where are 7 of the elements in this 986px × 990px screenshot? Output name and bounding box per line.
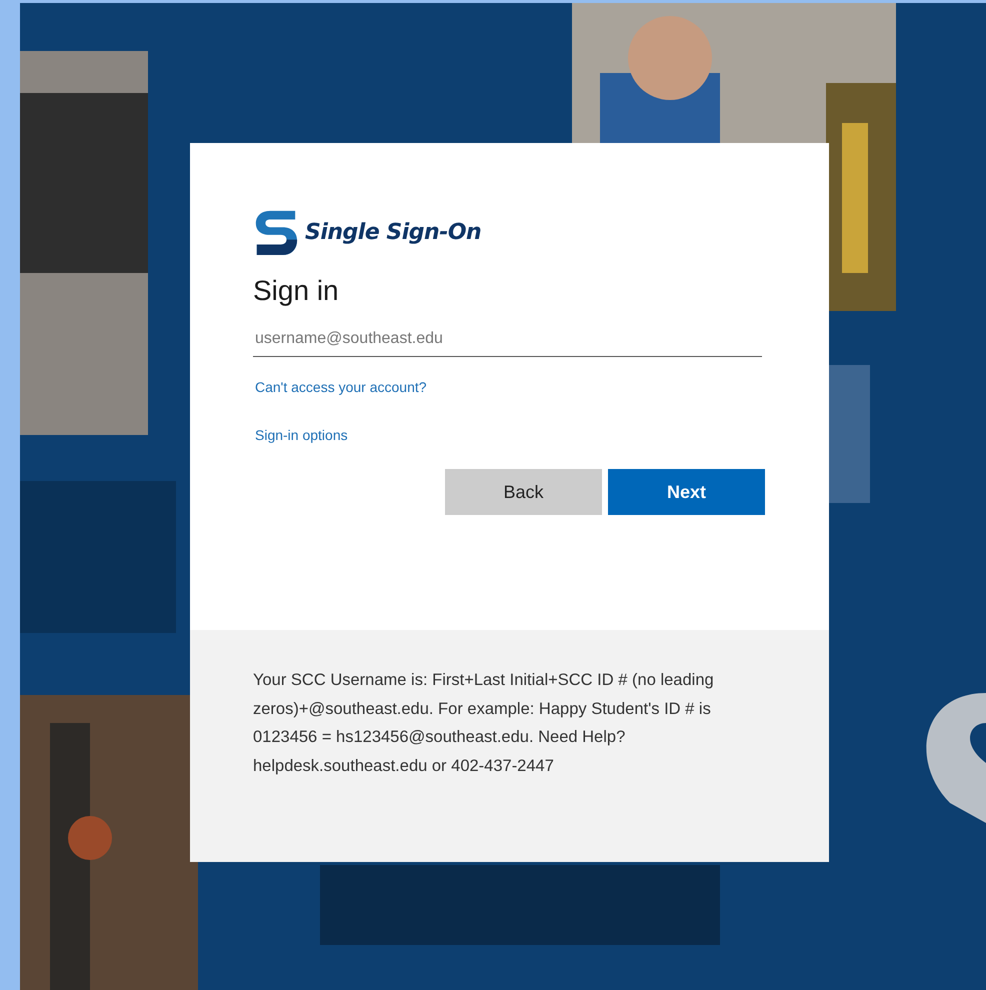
- help-link[interactable]: Can't access your account?: [253, 379, 427, 395]
- logo-text: Single Sign-On: [305, 220, 482, 244]
- help-text: Your SCC Username is: First+Last Initial+SCC ID # (no leading zeros)+@southeast.edu. For example: Happy Student's ID # is 0123456 = hs123456@southeast.edu. Need Help? helpdesk.southeast.edu or 402-437-2447: [253, 670, 715, 776]
- help-link[interactable]: Sign-in options: [253, 427, 348, 443]
- next-button[interactable]: Next: [608, 469, 765, 515]
- back-button[interactable]: Back: [445, 469, 602, 515]
- page-heading: Sign in: [253, 275, 340, 307]
